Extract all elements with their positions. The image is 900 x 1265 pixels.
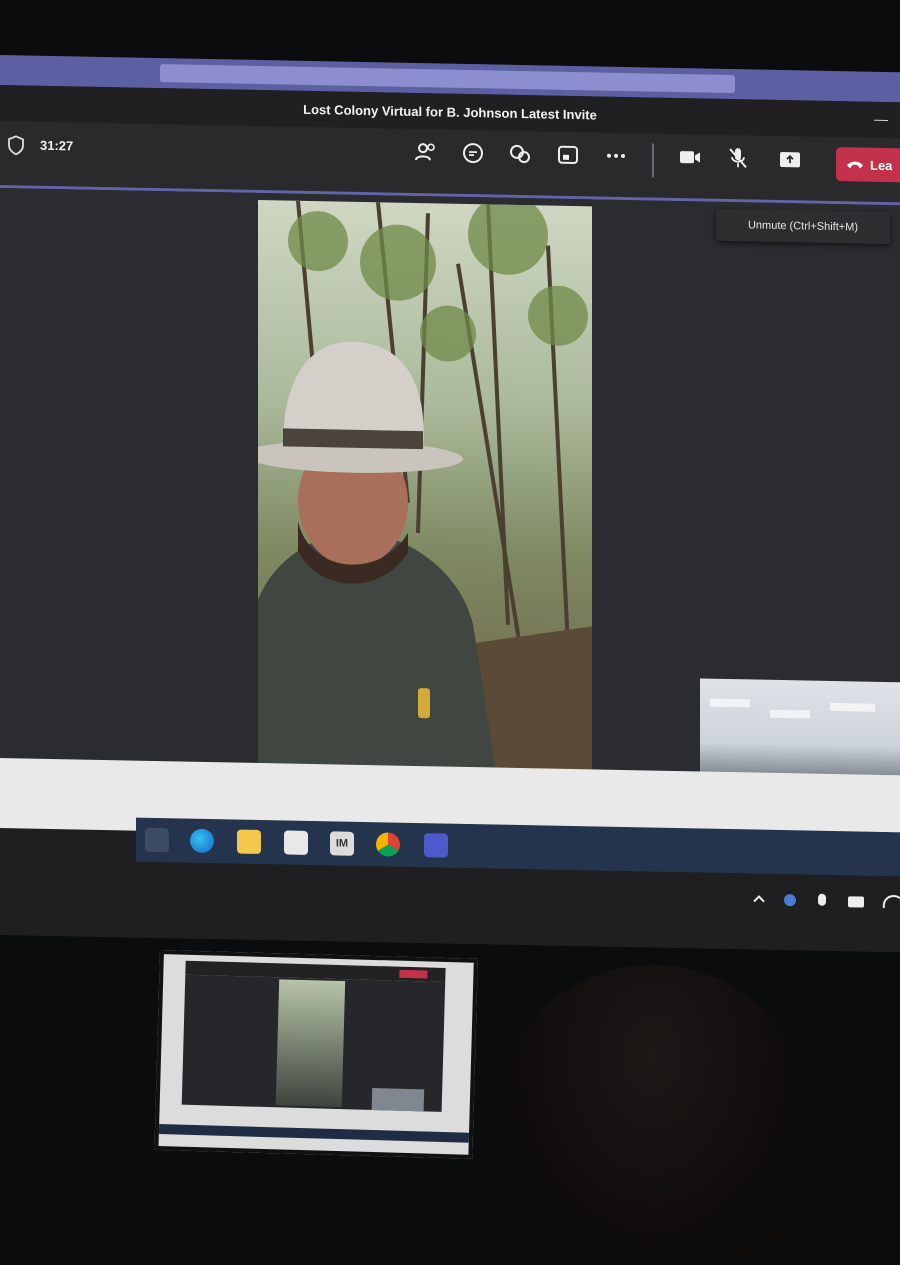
- laptop-self-view: [371, 1087, 425, 1112]
- mic-muted-icon[interactable]: [725, 145, 751, 171]
- leave-label: Lea: [870, 157, 893, 173]
- chat-icon[interactable]: [460, 140, 486, 166]
- tray-app-icon: [784, 894, 796, 907]
- participant-video-ranger[interactable]: [258, 199, 592, 787]
- meeting-timer: 31:27: [40, 137, 74, 154]
- teams-icon[interactable]: [424, 833, 448, 858]
- rooms-icon[interactable]: [555, 142, 581, 168]
- laptop-leave-button: [399, 969, 428, 979]
- laptop-ranger-video: [275, 979, 346, 1108]
- phone-hangup-icon: [847, 161, 863, 169]
- tray-chevron-icon: [753, 895, 765, 903]
- foreground-laptop: [154, 950, 478, 1169]
- people-icon[interactable]: [413, 139, 439, 165]
- laptop-screen: [154, 950, 478, 1159]
- more-icon[interactable]: [603, 143, 629, 169]
- task-view-icon[interactable]: [145, 827, 169, 853]
- tray-mic-icon: [818, 893, 826, 906]
- toolbar-divider: [652, 143, 654, 178]
- leave-button[interactable]: Lea: [836, 147, 900, 183]
- reactions-icon[interactable]: [507, 141, 533, 167]
- system-tray: [753, 893, 900, 909]
- tray-folder-icon: [848, 896, 864, 908]
- edge-icon[interactable]: [190, 828, 214, 854]
- laptop-taskbar: [158, 1124, 470, 1143]
- ranger-video-image: [258, 199, 592, 787]
- im-app-icon[interactable]: IM: [330, 831, 354, 856]
- monitor-screen: Lost Colony Virtual for B. Johnson Lates…: [0, 55, 900, 953]
- tray-wifi-icon: [882, 894, 900, 909]
- store-icon[interactable]: [284, 830, 308, 855]
- chrome-icon[interactable]: [376, 832, 400, 857]
- file-explorer-icon[interactable]: [237, 829, 261, 855]
- shield-icon: [8, 135, 24, 156]
- unmute-tooltip: Unmute (Ctrl+Shift+M): [716, 208, 890, 245]
- share-icon[interactable]: [777, 146, 803, 172]
- meeting-title: Lost Colony Virtual for B. Johnson Lates…: [303, 101, 597, 122]
- viewer-head-silhouette: [498, 965, 808, 1265]
- camera-icon[interactable]: [677, 144, 703, 170]
- minimize-button[interactable]: —: [874, 111, 888, 127]
